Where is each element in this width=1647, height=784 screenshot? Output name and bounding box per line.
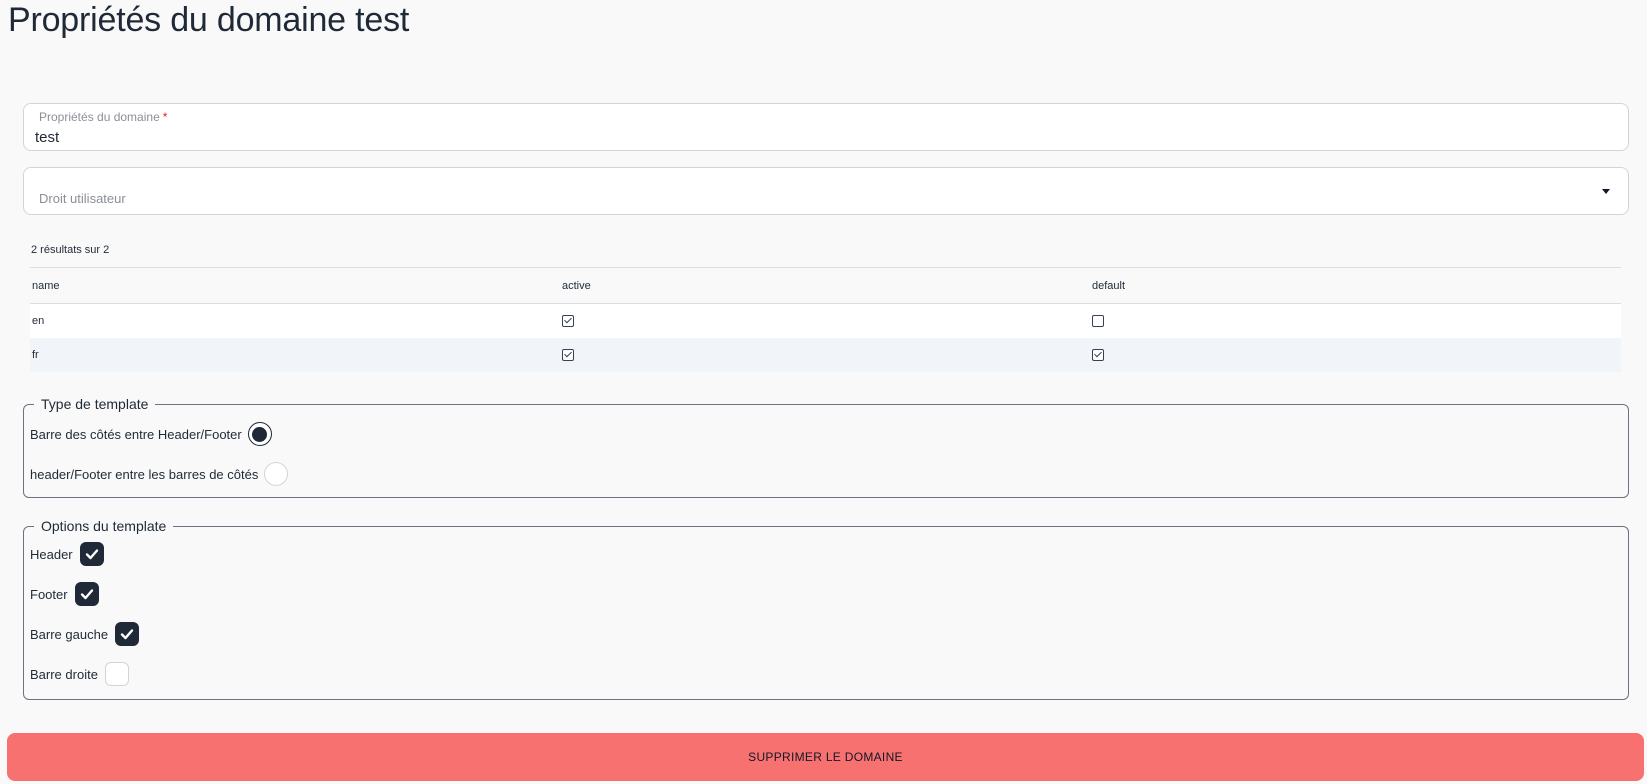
- template-type-option-sidebars-between[interactable]: Barre des côtés entre Header/Footer: [30, 422, 272, 446]
- option-footer[interactable]: Footer: [30, 582, 99, 606]
- row-default-checkbox[interactable]: [1092, 349, 1104, 361]
- checkmark-icon: [120, 629, 134, 640]
- caret-down-icon[interactable]: [1602, 189, 1610, 194]
- row-name-cell: en: [32, 315, 45, 327]
- option-label: header/Footer entre les barres de côtés: [30, 466, 259, 482]
- required-asterisk: *: [162, 110, 168, 124]
- option-left-bar[interactable]: Barre gauche: [30, 622, 140, 646]
- template-options-group: Options du template Header Footer Barre …: [23, 518, 1629, 700]
- result-count: 2 résultats sur 2: [31, 244, 110, 256]
- option-label: Header: [30, 546, 73, 562]
- table-row[interactable]: en: [30, 304, 1621, 338]
- template-type-legend: Type de template: [41, 396, 149, 412]
- option-label: Footer: [30, 586, 68, 602]
- row-active-checkbox[interactable]: [562, 349, 574, 361]
- row-active-checkbox[interactable]: [562, 315, 574, 327]
- table-row[interactable]: fr: [30, 338, 1621, 372]
- checkbox[interactable]: [79, 542, 104, 566]
- languages-table: name active default en fr: [30, 267, 1621, 372]
- table-header-row: name active default: [30, 268, 1621, 304]
- row-default-checkbox[interactable]: [1092, 315, 1104, 327]
- user-rights-select[interactable]: Droit utilisateur: [23, 167, 1629, 215]
- column-header-active[interactable]: active: [562, 268, 591, 303]
- option-header[interactable]: Header: [30, 542, 104, 566]
- option-label: Barre des côtés entre Header/Footer: [30, 426, 242, 442]
- delete-domain-button[interactable]: SUPPRIMER LE DOMAINE: [7, 733, 1644, 781]
- checkmark-icon: [80, 589, 93, 600]
- page-title: Propriétés du domaine test: [8, 1, 410, 39]
- domain-name-field[interactable]: Propriétés du domaine *: [23, 103, 1629, 151]
- radio-dot-icon: [252, 426, 268, 442]
- domain-name-input[interactable]: [35, 126, 1595, 148]
- user-rights-placeholder: Droit utilisateur: [39, 191, 126, 206]
- checkbox[interactable]: [104, 662, 129, 686]
- checkbox[interactable]: [74, 582, 99, 606]
- option-label: Barre droite: [30, 666, 98, 682]
- row-name-cell: fr: [32, 349, 39, 361]
- domain-name-label: Propriétés du domaine *: [39, 110, 168, 124]
- template-type-group: Type de template Barre des côtés entre H…: [23, 396, 1629, 498]
- template-type-option-header-footer-between[interactable]: header/Footer entre les barres de côtés: [30, 462, 289, 486]
- checkbox[interactable]: [115, 622, 140, 646]
- template-options-legend: Options du template: [41, 518, 167, 534]
- column-header-default[interactable]: default: [1092, 268, 1125, 303]
- radio-button[interactable]: [264, 462, 289, 486]
- radio-button[interactable]: [247, 422, 272, 446]
- option-label: Barre gauche: [30, 626, 109, 642]
- column-header-name[interactable]: name: [32, 268, 60, 303]
- checkmark-icon: [85, 549, 98, 560]
- option-right-bar[interactable]: Barre droite: [30, 662, 129, 686]
